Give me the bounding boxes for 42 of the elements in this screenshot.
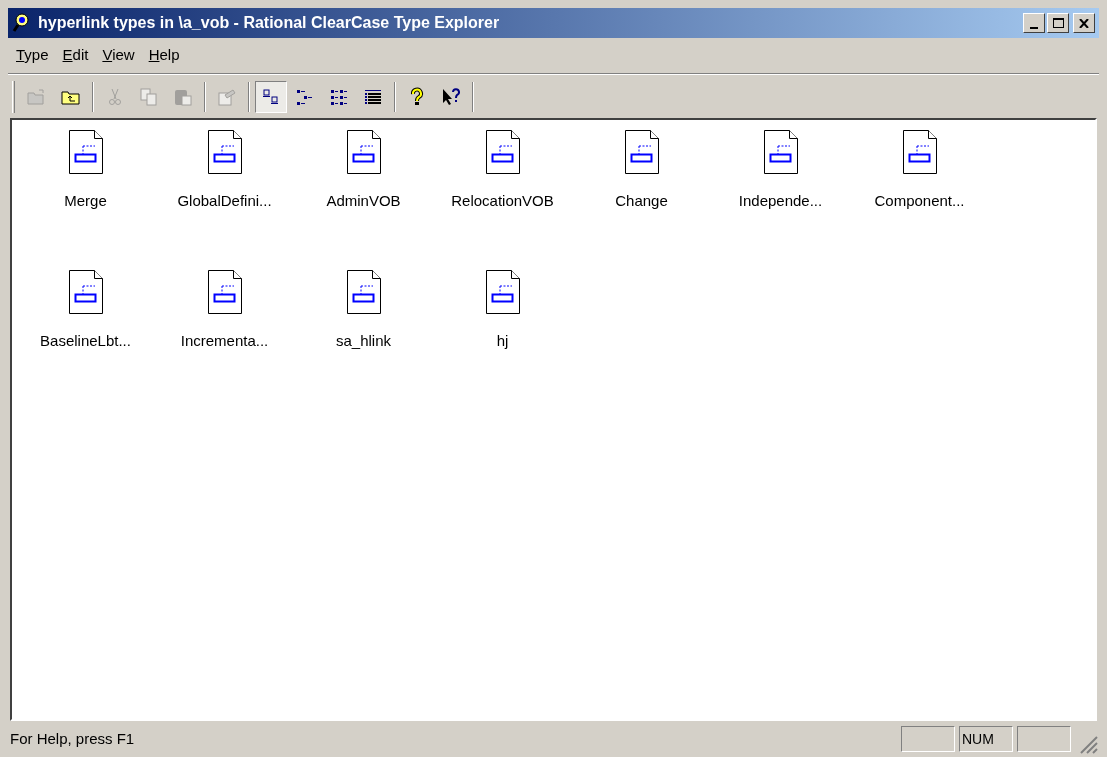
maximize-button[interactable]	[1047, 13, 1069, 33]
toolbar-button[interactable]	[255, 80, 287, 113]
item-label[interactable]: Merge	[64, 190, 107, 213]
large-icons-icon	[261, 86, 281, 107]
close-icon	[1079, 18, 1089, 28]
menu-item[interactable]: Help	[142, 42, 186, 69]
status-message: For Help, press F1	[10, 728, 136, 749]
menu-item[interactable]: View	[96, 42, 141, 69]
status-pane: NUM	[959, 726, 1013, 752]
hyperlink-type-icon	[485, 130, 520, 174]
minimize-button[interactable]	[1023, 13, 1045, 33]
item-label[interactable]: BaselineLbt...	[40, 330, 131, 353]
item-label[interactable]: Incrementa...	[180, 330, 269, 353]
item-label[interactable]: Change	[615, 190, 668, 213]
item-label[interactable]: sa_hlink	[335, 330, 391, 353]
menu-item[interactable]: Type	[10, 42, 55, 69]
close-button[interactable]	[1073, 13, 1095, 33]
copy-icon	[139, 86, 159, 107]
maximize-icon	[1052, 18, 1064, 28]
pointer-help-icon	[441, 86, 461, 107]
hyperlink-type-icon	[624, 130, 659, 174]
hyperlink-type-icon	[68, 130, 103, 174]
hyperlink-type-icon	[346, 130, 381, 174]
open-folder-icon	[27, 86, 47, 107]
item-label[interactable]: Independe...	[738, 190, 823, 213]
hyperlink-type-icon	[346, 270, 381, 314]
hyperlink-type-icon	[763, 130, 798, 174]
hyperlink-type-icon	[485, 270, 520, 314]
minimize-icon	[1030, 27, 1038, 29]
menu-item[interactable]: Edit	[56, 42, 95, 69]
hyperlink-type-icon	[68, 270, 103, 314]
item-label[interactable]: GlobalDefini...	[177, 190, 272, 213]
hyperlink-type-icon	[207, 270, 242, 314]
hyperlink-type-icon	[902, 130, 937, 174]
item-label[interactable]: RelocationVOB	[451, 190, 554, 213]
item-label[interactable]: hj	[496, 330, 509, 353]
item-label[interactable]: Component...	[874, 190, 965, 213]
window-title: hyperlink types in \a_vob - Rational ClearCase Type Explorer	[38, 13, 500, 33]
item-label[interactable]: AdminVOB	[326, 190, 401, 213]
status-pane	[1017, 726, 1071, 752]
status-pane	[901, 726, 955, 752]
hyperlink-type-icon	[207, 130, 242, 174]
